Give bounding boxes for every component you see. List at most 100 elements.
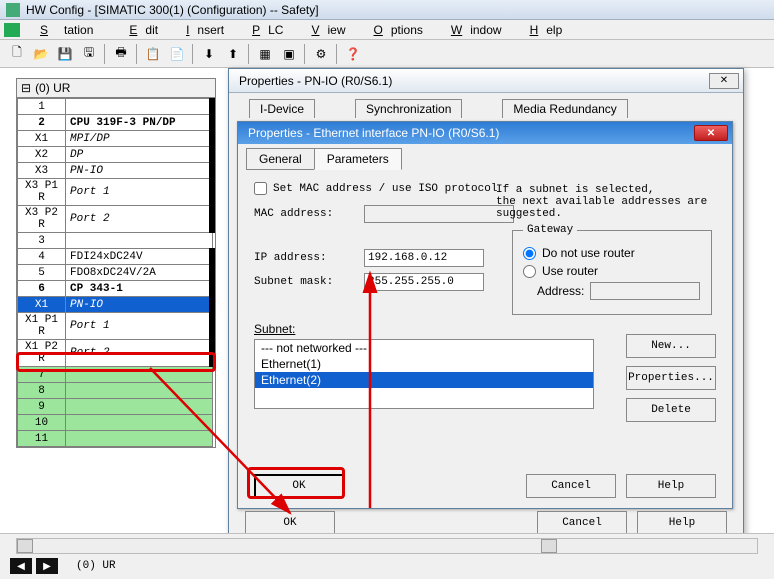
subnet-list[interactable]: --- not networked ---Ethernet(1)Ethernet… [254, 339, 594, 409]
rack-collapse-icon[interactable]: ⊟ [21, 81, 31, 95]
tb-upload-icon[interactable]: ⬆ [222, 43, 244, 65]
outer-cancel-button[interactable]: Cancel [537, 511, 627, 535]
table-row[interactable]: X1 P2 RPort 2 [18, 340, 213, 367]
tb-grid-icon[interactable]: ▦ [254, 43, 276, 65]
menu-plc[interactable]: PLC [236, 21, 291, 39]
ethernet-title-text: Properties - Ethernet interface PN-IO (R… [248, 126, 499, 140]
menu-window[interactable]: Window [435, 21, 510, 39]
nav-text: (0) UR [76, 560, 116, 572]
table-row[interactable]: X3 P2 RPort 2 [18, 206, 213, 233]
new-button[interactable]: New... [626, 334, 716, 358]
table-row[interactable]: X3PN-IO [18, 163, 213, 179]
properties-button[interactable]: Properties... [626, 366, 716, 390]
ip-input[interactable] [364, 249, 484, 267]
set-mac-label: Set MAC address / use ISO protocol [273, 183, 497, 195]
outer-help-button[interactable]: Help [637, 511, 727, 535]
properties-titlebar: Properties - PN-IO (R0/S6.1) ✕ [229, 69, 743, 93]
table-row[interactable]: X1 P1 RPort 1 [18, 313, 213, 340]
no-router-label: Do not use router [542, 246, 635, 260]
table-row[interactable]: 5FDO8xDC24V/2A [18, 265, 213, 281]
table-row[interactable]: 6CP 343-1 [18, 281, 213, 297]
tb-save2-icon[interactable]: 🖫 [78, 43, 100, 65]
list-item[interactable]: Ethernet(1) [255, 356, 593, 372]
ip-label: IP address: [254, 252, 364, 264]
table-row[interactable]: X3 P1 RPort 1 [18, 179, 213, 206]
tb-new-icon[interactable]: 🗋 [6, 43, 28, 65]
inner-tabs: General Parameters [238, 144, 732, 170]
list-item[interactable]: Ethernet(2) [255, 372, 593, 388]
tab-idevice[interactable]: I-Device [249, 99, 315, 118]
nav-forward-icon[interactable]: ▶ [36, 558, 58, 574]
tb-help-icon[interactable]: ❓ [342, 43, 364, 65]
ethernet-dialog: Properties - Ethernet interface PN-IO (R… [237, 121, 733, 509]
nav-back-icon[interactable]: ◀ [10, 558, 32, 574]
table-row[interactable]: 10 [18, 415, 213, 431]
inner-cancel-button[interactable]: Cancel [526, 474, 616, 498]
workarea: ⊟ (0) UR 12CPU 319F-3 PN/DPX1MPI/DPX2DPX… [0, 68, 774, 533]
parameters-body: Set MAC address / use ISO protocol MAC a… [238, 170, 732, 305]
outer-tabs: I-Device Synchronization Media Redundanc… [229, 93, 743, 120]
set-mac-checkbox[interactable] [254, 182, 267, 195]
tb-download-icon[interactable]: ⬇ [198, 43, 220, 65]
mask-label: Subnet mask: [254, 276, 364, 288]
app-titlebar: HW Config - [SIMATIC 300(1) (Configurati… [0, 0, 774, 20]
app-title: HW Config - [SIMATIC 300(1) (Configurati… [26, 3, 319, 17]
outer-ok-button[interactable]: OK [245, 511, 335, 535]
station-icon [4, 23, 20, 37]
tb-save-icon[interactable]: 💾 [54, 43, 76, 65]
table-row[interactable]: 8 [18, 383, 213, 399]
tb-print-icon[interactable]: 🖶 [110, 43, 132, 65]
table-row[interactable]: 11 [18, 431, 213, 447]
properties-window: Properties - PN-IO (R0/S6.1) ✕ I-Device … [228, 68, 744, 544]
inner-help-button[interactable]: Help [626, 474, 716, 498]
horizontal-scrollbar[interactable] [16, 538, 758, 554]
use-router-label: Use router [542, 264, 598, 278]
tb-window-icon[interactable]: ▣ [278, 43, 300, 65]
no-router-radio[interactable] [523, 247, 536, 260]
menubar: Station Edit Insert PLC View Options Win… [0, 20, 774, 40]
tab-general[interactable]: General [246, 148, 315, 170]
mac-label: MAC address: [254, 208, 364, 220]
delete-button[interactable]: Delete [626, 398, 716, 422]
gateway-legend: Gateway [523, 224, 577, 236]
table-row[interactable]: 4FDI24xDC24V [18, 249, 213, 265]
tb-net-icon[interactable]: ⚙ [310, 43, 332, 65]
rack-panel: ⊟ (0) UR 12CPU 319F-3 PN/DPX1MPI/DPX2DPX… [16, 78, 216, 448]
gateway-addr-input [590, 282, 700, 300]
properties-close-icon[interactable]: ✕ [709, 73, 739, 89]
table-row[interactable]: 3 [18, 233, 213, 249]
table-row[interactable]: 9 [18, 399, 213, 415]
use-router-radio[interactable] [523, 265, 536, 278]
menu-station[interactable]: Station [24, 21, 109, 39]
mac-input [364, 205, 514, 223]
tb-copy-icon[interactable]: 📋 [142, 43, 164, 65]
table-row[interactable]: 1 [18, 99, 213, 115]
properties-title-text: Properties - PN-IO (R0/S6.1) [239, 74, 392, 88]
menu-help[interactable]: Help [514, 21, 571, 39]
statusbar: ◀ ▶ (0) UR [0, 533, 774, 579]
rack-title-text: (0) UR [35, 81, 70, 95]
gateway-addr-label: Address: [537, 284, 584, 298]
list-item[interactable]: --- not networked --- [255, 340, 593, 356]
menu-edit[interactable]: Edit [113, 21, 166, 39]
table-row[interactable]: X1MPI/DP [18, 131, 213, 147]
scroll-right-icon[interactable] [541, 539, 557, 553]
ethernet-close-icon[interactable]: ✕ [694, 125, 728, 141]
ethernet-titlebar: Properties - Ethernet interface PN-IO (R… [238, 122, 732, 144]
tb-open-icon[interactable]: 📂 [30, 43, 52, 65]
table-row[interactable]: X2DP [18, 147, 213, 163]
tb-paste-icon[interactable]: 📄 [166, 43, 188, 65]
tab-sync[interactable]: Synchronization [355, 99, 462, 118]
table-row[interactable]: 2CPU 319F-3 PN/DP [18, 115, 213, 131]
inner-ok-button[interactable]: OK [254, 474, 344, 498]
table-row[interactable]: X1PN-IO [18, 297, 213, 313]
menu-insert[interactable]: Insert [170, 21, 232, 39]
menu-options[interactable]: Options [358, 21, 431, 39]
tab-parameters[interactable]: Parameters [314, 148, 402, 170]
tab-media[interactable]: Media Redundancy [502, 99, 627, 118]
toolbar: 🗋 📂 💾 🖫 🖶 📋 📄 ⬇ ⬆ ▦ ▣ ⚙ ❓ [0, 40, 774, 68]
menu-view[interactable]: View [295, 21, 353, 39]
table-row[interactable]: 7 [18, 367, 213, 383]
mask-input[interactable] [364, 273, 484, 291]
scroll-left-icon[interactable] [17, 539, 33, 553]
